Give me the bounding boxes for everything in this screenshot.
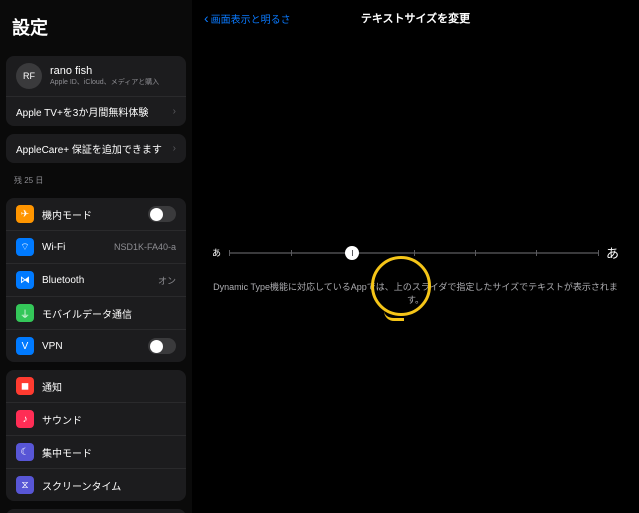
slider-tick — [229, 250, 230, 256]
row-label: スクリーンタイム — [42, 478, 176, 493]
bluetooth-icon: ⧒ — [16, 271, 34, 289]
applecare-row[interactable]: AppleCare+ 保証を追加できます › — [6, 134, 186, 163]
header: ‹ 画面表示と明るさ テキストサイズを変更 — [192, 0, 639, 36]
slider-tick — [414, 250, 415, 256]
sidebar-item-mobiledata[interactable]: ⏚ モバイルデータ通信 — [6, 297, 186, 330]
text-size-slider[interactable]: あ あ — [212, 243, 619, 262]
row-label: Wi-Fi — [42, 242, 114, 253]
mobiledata-icon: ⏚ — [16, 304, 34, 322]
slider-tick — [475, 250, 476, 256]
airplane-toggle[interactable] — [148, 206, 176, 222]
vpn-icon: V — [16, 337, 34, 355]
row-label: サウンド — [42, 412, 176, 427]
sidebar-item-airplane[interactable]: ✈ 機内モード — [6, 198, 186, 231]
sidebar-item-focus[interactable]: ☾ 集中モード — [6, 436, 186, 469]
profile-text: rano fish Apple ID、iCloud、メディアと購入 — [50, 65, 159, 87]
row-value: NSD1K-FA40-a — [114, 242, 176, 252]
slider-tick — [352, 250, 353, 256]
general-section: ⚙一般⊞コントロールセンターAA画面表示と明るさ▦ホーム画面とマルチタスク — [6, 509, 186, 513]
appletv-label: Apple TV+を3か月間無料体験 — [16, 104, 169, 119]
wifi-icon: ⌔ — [16, 238, 34, 256]
profile-row[interactable]: RF rano fish Apple ID、iCloud、メディアと購入 — [6, 56, 186, 97]
applecare-label: AppleCare+ 保証を追加できます — [16, 141, 169, 156]
profile-section: RF rano fish Apple ID、iCloud、メディアと購入 App… — [6, 56, 186, 126]
sidebar-item-notifications[interactable]: ◼ 通知 — [6, 370, 186, 403]
applecare-note: 残 25 日 — [0, 171, 192, 190]
profile-name: rano fish — [50, 65, 159, 77]
sidebar-item-sound[interactable]: ♪ サウンド — [6, 403, 186, 436]
back-chevron-icon: ‹ — [204, 10, 209, 26]
screentime-icon: ⧖ — [16, 476, 34, 494]
applecare-section: AppleCare+ 保証を追加できます › — [6, 134, 186, 163]
back-label: 画面表示と明るさ — [211, 11, 291, 26]
sound-icon: ♪ — [16, 410, 34, 428]
chevron-icon: › — [173, 143, 176, 154]
profile-sub: Apple ID、iCloud、メディアと購入 — [50, 77, 159, 87]
row-label: VPN — [42, 341, 148, 352]
row-label: 機内モード — [42, 207, 148, 222]
slider-tick — [291, 250, 292, 256]
sidebar-item-screentime[interactable]: ⧖ スクリーンタイム — [6, 469, 186, 501]
slider-track[interactable] — [229, 252, 598, 254]
main-pane: ‹ 画面表示と明るさ テキストサイズを変更 あ あ Dynamic Type機能… — [192, 0, 639, 513]
vpn-toggle[interactable] — [148, 338, 176, 354]
content-area: あ あ Dynamic Type機能に対応しているAppでは、上のスライダで指定… — [192, 36, 639, 513]
airplane-icon: ✈ — [16, 205, 34, 223]
back-button[interactable]: ‹ 画面表示と明るさ — [204, 10, 291, 26]
slider-label-big: あ — [606, 243, 619, 262]
sidebar-item-general[interactable]: ⚙一般 — [6, 509, 186, 513]
chevron-icon: › — [173, 106, 176, 117]
sidebar-item-vpn[interactable]: V VPN — [6, 330, 186, 362]
slider-label-small: あ — [212, 246, 221, 259]
slider-tick — [536, 250, 537, 256]
notifications-section: ◼ 通知 ♪ サウンド ☾ 集中モード ⧖ スクリーンタイム — [6, 370, 186, 501]
notifications-icon: ◼ — [16, 377, 34, 395]
sidebar-item-bluetooth[interactable]: ⧒ Bluetoothオン — [6, 264, 186, 297]
row-label: Bluetooth — [42, 275, 158, 286]
avatar: RF — [16, 63, 42, 89]
description-text: Dynamic Type機能に対応しているAppでは、上のスライダで指定したサイ… — [212, 280, 619, 306]
focus-icon: ☾ — [16, 443, 34, 461]
page-title: テキストサイズを変更 — [361, 10, 470, 26]
slider-tick — [598, 250, 599, 256]
appletv-row[interactable]: Apple TV+を3か月間無料体験 › — [6, 97, 186, 126]
settings-sidebar: 設定 RF rano fish Apple ID、iCloud、メディアと購入 … — [0, 0, 192, 513]
connectivity-section: ✈ 機内モード ⌔ Wi-FiNSD1K-FA40-a ⧒ Bluetoothオン ⏚ モバイ… — [6, 198, 186, 362]
sidebar-title: 設定 — [0, 0, 192, 48]
row-label: モバイルデータ通信 — [42, 306, 176, 321]
row-label: 集中モード — [42, 445, 176, 460]
row-value: オン — [158, 274, 176, 287]
sidebar-item-wifi[interactable]: ⌔ Wi-FiNSD1K-FA40-a — [6, 231, 186, 264]
row-label: 通知 — [42, 379, 176, 394]
